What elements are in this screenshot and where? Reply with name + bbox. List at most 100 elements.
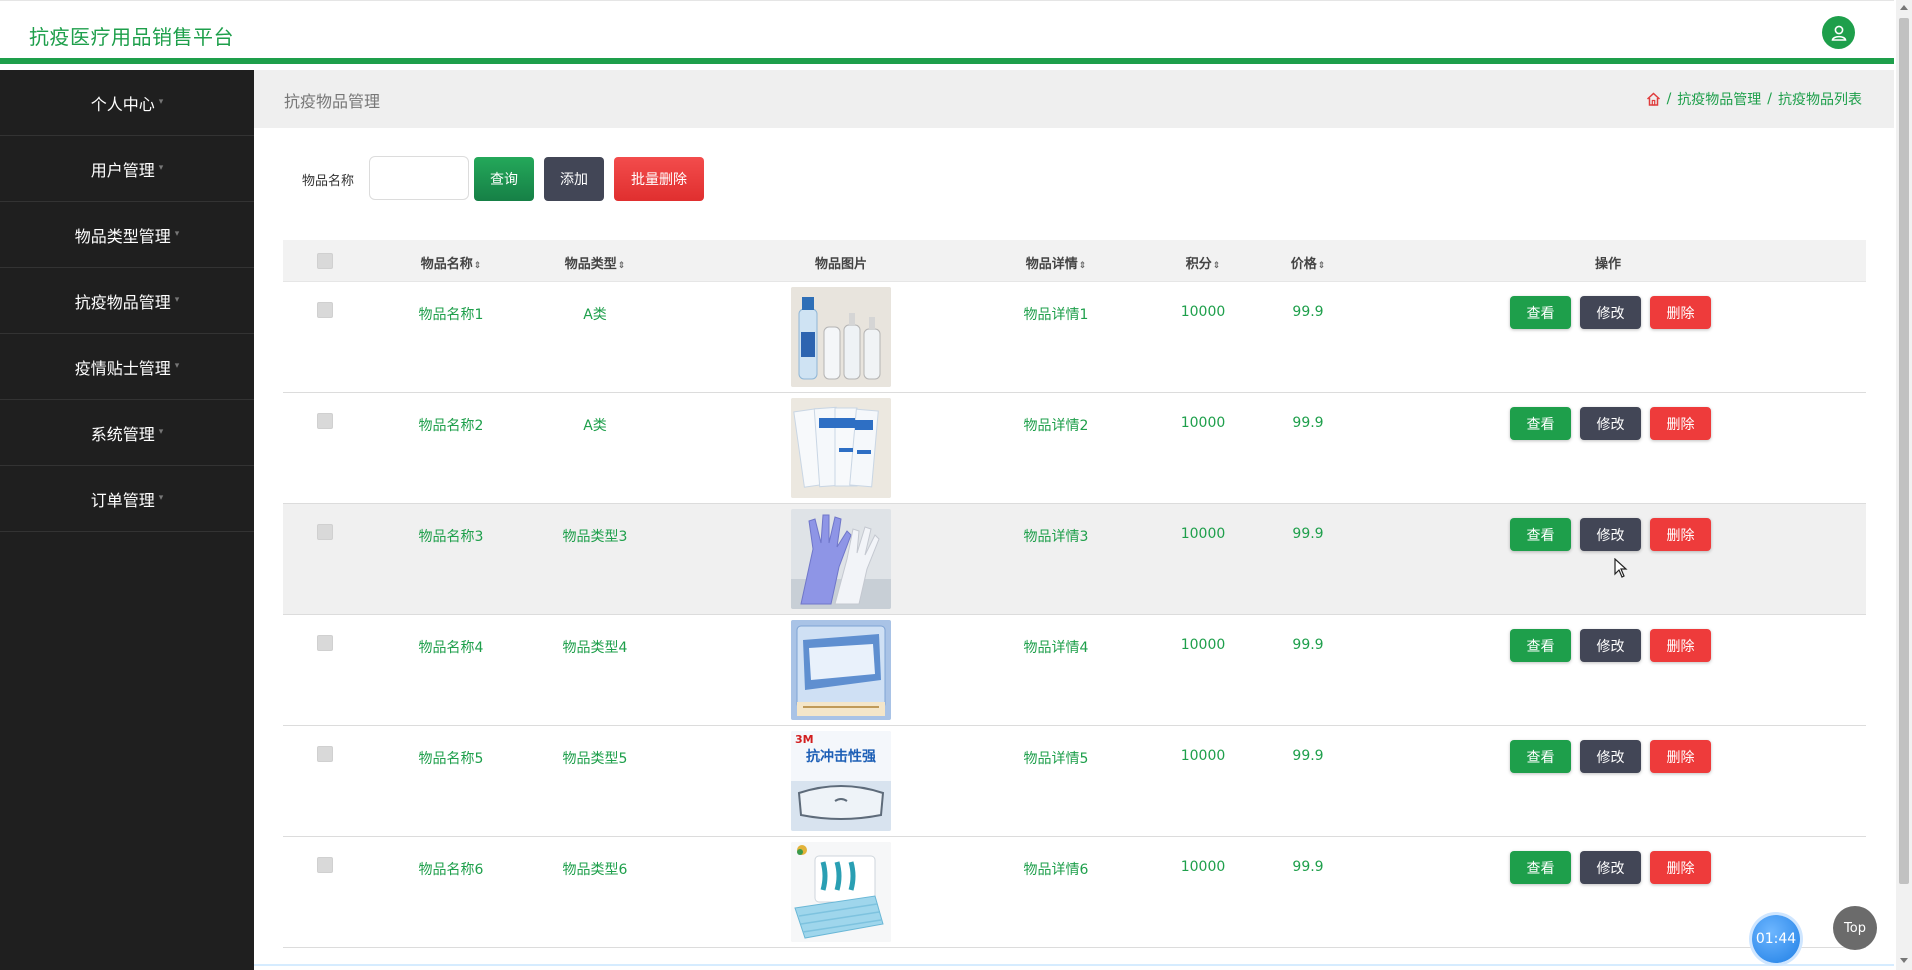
- sidebar-item-label: 订单管理: [90, 490, 155, 510]
- item-detail-cell: 物品详情3: [1023, 529, 1089, 545]
- caret-down-icon: ▾: [174, 294, 180, 305]
- item-image-surgical-masks: [791, 842, 891, 942]
- column-header-price[interactable]: 价格⇕: [1291, 253, 1326, 272]
- search-label: 物品名称: [302, 174, 355, 189]
- add-button[interactable]: 添加: [544, 157, 604, 201]
- app-title: 抗疫医疗用品销售平台: [29, 25, 234, 49]
- row-checkbox[interactable]: [317, 302, 333, 318]
- item-image-mask-packets: [791, 398, 891, 498]
- delete-button[interactable]: 删除: [1650, 296, 1711, 329]
- item-price-cell: 99.9: [1292, 859, 1324, 875]
- bulk-delete-button[interactable]: 批量删除: [614, 157, 704, 201]
- item-points-cell: 10000: [1180, 859, 1226, 875]
- breadcrumb-separator: /: [1666, 91, 1672, 107]
- sidebar-item-item-type-management[interactable]: 物品类型管理 ▾: [0, 202, 254, 268]
- edit-button[interactable]: 修改: [1580, 740, 1641, 773]
- timer-badge[interactable]: 01:44: [1752, 915, 1800, 963]
- edit-button[interactable]: 修改: [1580, 518, 1641, 551]
- item-detail-cell: 物品详情1: [1023, 307, 1089, 323]
- goggles-brand-text: 3M: [795, 733, 814, 746]
- home-icon[interactable]: [1646, 92, 1661, 106]
- edit-button[interactable]: 修改: [1580, 851, 1641, 884]
- breadcrumb-separator: /: [1767, 91, 1772, 107]
- view-button[interactable]: 查看: [1510, 629, 1571, 662]
- sidebar-item-system-management[interactable]: 系统管理 ▾: [0, 400, 254, 466]
- sidebar-item-personal-center[interactable]: 个人中心 ▾: [0, 70, 254, 136]
- vertical-scrollbar[interactable]: [1896, 0, 1912, 970]
- view-button[interactable]: 查看: [1510, 518, 1571, 551]
- sidebar-item-label: 系统管理: [90, 424, 155, 444]
- column-header-points[interactable]: 积分⇕: [1186, 253, 1221, 272]
- item-points-cell: 10000: [1180, 526, 1226, 542]
- row-checkbox[interactable]: [317, 857, 333, 873]
- item-type-cell: 物品类型3: [562, 529, 628, 545]
- table-row: 物品名称1 A类 物品详情1 10000 99.9 查看 修改 删除: [283, 282, 1866, 393]
- table-row: 物品名称3 物品类型3 物品详情3 10000 99.9 查看 修改 删除: [283, 504, 1866, 615]
- view-button[interactable]: 查看: [1510, 407, 1571, 440]
- back-to-top-button[interactable]: Top: [1833, 906, 1877, 950]
- item-type-cell: 物品类型5: [562, 751, 628, 767]
- breadcrumb: / 抗疫物品管理 / 抗疫物品列表: [1646, 89, 1862, 109]
- sidebar-menu: 个人中心 ▾ 用户管理 ▾ 物品类型管理 ▾ 抗疫物品管理 ▾ 疫情贴士管理 ▾ 系统管理…: [0, 70, 254, 970]
- delete-button[interactable]: 删除: [1650, 518, 1711, 551]
- scroll-down-icon[interactable]: [1900, 958, 1908, 963]
- sort-icon: ⇕: [473, 261, 482, 271]
- item-type-cell: 物品类型6: [562, 862, 628, 878]
- query-button[interactable]: 查询: [474, 157, 534, 201]
- item-name-search-input[interactable]: [369, 156, 469, 200]
- select-all-checkbox[interactable]: [317, 253, 333, 269]
- item-detail-cell: 物品详情2: [1023, 418, 1089, 434]
- sidebar-item-antiepidemic-items[interactable]: 抗疫物品管理 ▾: [0, 268, 254, 334]
- column-header-image: 物品图片: [814, 257, 868, 272]
- item-name-cell: 物品名称2: [418, 418, 484, 434]
- item-image-goggles-box: 3M 抗冲击性强: [791, 731, 891, 831]
- table-row: 物品名称2 A类 物品详情2 10000 99.9 查看 修改 删除: [283, 393, 1866, 504]
- item-name-cell: 物品名称6: [418, 862, 484, 878]
- column-header-name[interactable]: 物品名称⇕: [421, 253, 482, 272]
- item-points-cell: 10000: [1180, 304, 1226, 320]
- item-type-cell: A类: [583, 418, 607, 434]
- delete-button[interactable]: 删除: [1650, 629, 1711, 662]
- column-header-detail[interactable]: 物品详情⇕: [1026, 253, 1087, 272]
- delete-button[interactable]: 删除: [1650, 851, 1711, 884]
- item-name-cell: 物品名称3: [418, 529, 484, 545]
- item-points-cell: 10000: [1180, 637, 1226, 653]
- delete-button[interactable]: 删除: [1650, 740, 1711, 773]
- breadcrumb-item-list: 抗疫物品列表: [1778, 92, 1862, 108]
- item-type-cell: A类: [583, 307, 607, 323]
- item-name-cell: 物品名称4: [418, 640, 484, 656]
- sidebar-item-label: 物品类型管理: [74, 226, 171, 246]
- user-avatar-button[interactable]: [1822, 16, 1855, 49]
- column-header-type[interactable]: 物品类型⇕: [565, 253, 626, 272]
- row-checkbox[interactable]: [317, 413, 333, 429]
- sort-icon: ⇕: [1078, 261, 1087, 271]
- row-checkbox[interactable]: [317, 746, 333, 762]
- edit-button[interactable]: 修改: [1580, 296, 1641, 329]
- item-price-cell: 99.9: [1292, 304, 1324, 320]
- column-header-actions: 操作: [1594, 257, 1622, 272]
- breadcrumb-item-management[interactable]: 抗疫物品管理: [1677, 89, 1761, 109]
- edit-button[interactable]: 修改: [1580, 629, 1641, 662]
- view-button[interactable]: 查看: [1510, 851, 1571, 884]
- caret-down-icon: ▾: [174, 360, 180, 371]
- sidebar-item-user-management[interactable]: 用户管理 ▾: [0, 136, 254, 202]
- item-price-cell: 99.9: [1292, 748, 1324, 764]
- scrollbar-thumb[interactable]: [1899, 18, 1909, 884]
- sidebar-item-order-management[interactable]: 订单管理 ▾: [0, 466, 254, 532]
- table-header: 物品名称⇕ 物品类型⇕ 物品图片 物品详情⇕ 积分⇕ 价格⇕ 操作: [283, 240, 1866, 282]
- scroll-up-icon[interactable]: [1900, 5, 1908, 10]
- delete-button[interactable]: 删除: [1650, 407, 1711, 440]
- row-checkbox[interactable]: [317, 524, 333, 540]
- top-header: 抗疫医疗用品销售平台: [0, 0, 1894, 64]
- item-name-cell: 物品名称1: [418, 307, 484, 323]
- view-button[interactable]: 查看: [1510, 740, 1571, 773]
- view-button[interactable]: 查看: [1510, 296, 1571, 329]
- table-row: 物品名称4 物品类型4 物品详情4 10000 99.9 查看 修改 删除: [283, 615, 1866, 726]
- edit-button[interactable]: 修改: [1580, 407, 1641, 440]
- goggles-caption-text: 抗冲击性强: [806, 748, 876, 765]
- sidebar-item-epidemic-tips[interactable]: 疫情贴士管理 ▾: [0, 334, 254, 400]
- item-image-mask-bag: [791, 620, 891, 720]
- item-name-cell: 物品名称5: [418, 751, 484, 767]
- row-checkbox[interactable]: [317, 635, 333, 651]
- search-form: 物品名称 查询 添加 批量删除: [254, 128, 1894, 228]
